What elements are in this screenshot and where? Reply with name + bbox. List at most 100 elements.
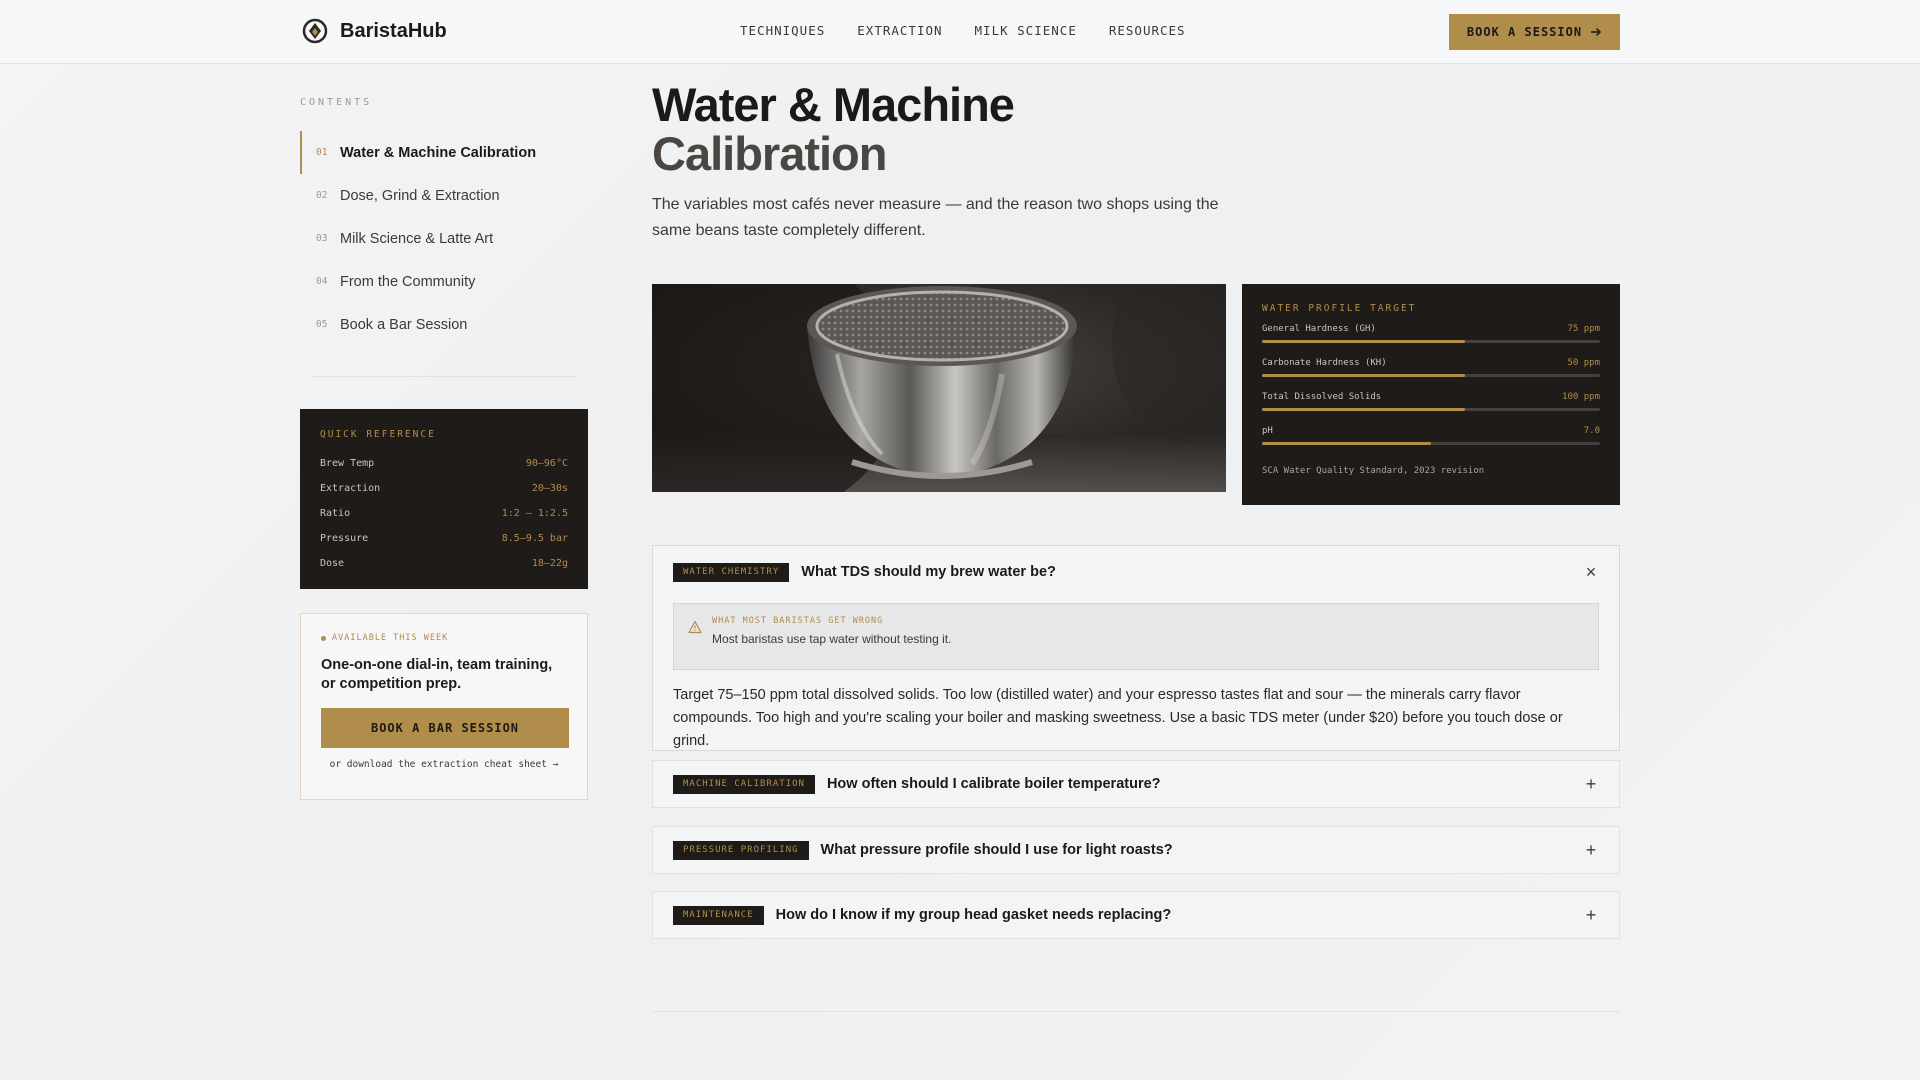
page-title: Water & Machine Calibration [652, 80, 1015, 180]
warning-icon [688, 620, 702, 634]
water-metric-bar-fill [1262, 442, 1431, 445]
expand-plus-icon[interactable]: + [1583, 840, 1599, 861]
quick-reference-card: QUICK REFERENCE Brew Temp 90–96°C Extrac… [300, 409, 588, 589]
qr-key: Ratio [320, 508, 351, 519]
booking-card: AVAILABLE THIS WEEK One-on-one dial-in, … [300, 613, 588, 800]
water-profile-footnote: SCA Water Quality Standard, 2023 revisio… [1262, 466, 1485, 476]
brand[interactable]: BaristaHub [302, 18, 447, 44]
faq-question-header[interactable]: WATER CHEMISTRY What TDS should my brew … [673, 546, 1599, 598]
quick-reference-row: Dose 18–22g [320, 551, 568, 576]
faq-category-tag: MAINTENANCE [673, 905, 764, 925]
water-metric-bar [1262, 374, 1600, 377]
water-metric-row: Total Dissolved Solids 100 ppm [1262, 392, 1600, 426]
faq-question-header[interactable]: MAINTENANCE How do I know if my group he… [653, 892, 1619, 938]
water-metric-row: pH 7.0 [1262, 426, 1600, 460]
nav-extraction[interactable]: EXTRACTION [857, 23, 942, 38]
toc-item-water-calibration[interactable]: 01 Water & Machine Calibration [300, 131, 588, 174]
toc-item-label: Water & Machine Calibration [340, 144, 537, 161]
water-metric-row: Carbonate Hardness (KH) 50 ppm [1262, 358, 1600, 392]
quick-reference-row: Pressure 8.5–9.5 bar [320, 526, 568, 551]
arrow-right-icon [1591, 27, 1602, 37]
availability-badge: AVAILABLE THIS WEEK [321, 633, 567, 643]
toc-item-number: 03 [316, 233, 328, 244]
qr-key: Pressure [320, 533, 369, 544]
water-metric-label: Total Dissolved Solids [1262, 392, 1382, 402]
qr-key: Dose [320, 558, 345, 569]
toc-item-milk-science[interactable]: 03 Milk Science & Latte Art [300, 217, 588, 260]
table-of-contents: 01 Water & Machine Calibration 02 Dose, … [300, 131, 588, 346]
toc-item-number: 05 [316, 319, 328, 330]
nav-resources[interactable]: RESOURCES [1109, 23, 1186, 38]
close-icon[interactable]: × [1583, 562, 1599, 583]
quick-reference-row: Brew Temp 90–96°C [320, 451, 568, 476]
availability-text: AVAILABLE THIS WEEK [332, 633, 449, 643]
faq-item[interactable]: PRESSURE PROFILING What pressure profile… [652, 826, 1620, 874]
faq-question-header[interactable]: PRESSURE PROFILING What pressure profile… [653, 827, 1619, 873]
faq-item[interactable]: MACHINE CALIBRATION How often should I c… [652, 760, 1620, 808]
faq-question: What TDS should my brew water be? [801, 564, 1056, 580]
toc-item-number: 02 [316, 190, 328, 201]
qr-value: 90–96°C [525, 458, 568, 469]
faq-category-tag: PRESSURE PROFILING [673, 840, 809, 860]
faq-question-header[interactable]: MACHINE CALIBRATION How often should I c… [653, 761, 1619, 807]
brand-name: BaristaHub [340, 19, 447, 42]
water-metric-row: General Hardness (GH) 75 ppm [1262, 324, 1600, 358]
nav-milk-science[interactable]: MILK SCIENCE [975, 23, 1077, 38]
water-metric-bar [1262, 408, 1600, 411]
book-bar-session-button[interactable]: BOOK A BAR SESSION [321, 708, 569, 748]
toc-item-number: 04 [316, 276, 328, 287]
toc-item-label: Book a Bar Session [340, 316, 468, 333]
qr-value: 1:2 – 1:2.5 [501, 508, 568, 519]
quick-reference-row: Extraction 20–30s [320, 476, 568, 501]
faq-item-open: WATER CHEMISTRY What TDS should my brew … [652, 545, 1620, 751]
cheat-sheet-link[interactable]: or download the extraction cheat sheet → [321, 759, 567, 770]
toc-item-book-session[interactable]: 05 Book a Bar Session [300, 303, 588, 346]
status-dot-icon [321, 635, 326, 641]
expand-plus-icon[interactable]: + [1583, 905, 1599, 926]
toc-item-dose-grind[interactable]: 02 Dose, Grind & Extraction [300, 174, 588, 217]
page-title-line-2: Calibration [652, 127, 887, 180]
faq-question: How often should I calibrate boiler temp… [826, 776, 1161, 792]
page-subtitle: The variables most cafés never measure —… [652, 196, 1219, 239]
water-metric-value: 100 ppm [1562, 392, 1600, 402]
book-session-button[interactable]: BOOK A SESSION [1449, 14, 1620, 50]
main-nav: TECHNIQUES EXTRACTION MILK SCIENCE RESOU… [740, 23, 1186, 38]
water-profile-card: WATER PROFILE TARGET General Hardness (G… [1242, 284, 1620, 505]
toc-item-label: Milk Science & Latte Art [340, 230, 494, 247]
book-session-label: BOOK A SESSION [1466, 25, 1583, 39]
water-metric-value: 7.0 [1583, 426, 1600, 436]
toc-divider [312, 376, 576, 377]
quick-reference-title: QUICK REFERENCE [320, 429, 436, 440]
warning-title: WHAT MOST BARISTAS GET WRONG [712, 616, 884, 626]
qr-key: Brew Temp [320, 458, 375, 469]
site-header: BaristaHub TECHNIQUES EXTRACTION MILK SC… [0, 0, 1920, 64]
water-metric-label: pH [1262, 426, 1273, 436]
quick-reference-row: Ratio 1:2 – 1:2.5 [320, 501, 568, 526]
portafilter-image [652, 284, 1226, 492]
warning-callout: WHAT MOST BARISTAS GET WRONG Most barist… [673, 603, 1599, 670]
faq-item[interactable]: MAINTENANCE How do I know if my group he… [652, 891, 1620, 939]
toc-item-number: 01 [316, 147, 328, 158]
water-metric-label: Carbonate Hardness (KH) [1262, 358, 1387, 368]
portafilter-illustration [652, 284, 1226, 492]
water-metric-label: General Hardness (GH) [1262, 324, 1376, 334]
toc-item-label: Dose, Grind & Extraction [340, 187, 500, 204]
toc-item-label: From the Community [340, 273, 476, 290]
booking-description: One-on-one dial-in, team training, or co… [321, 657, 553, 692]
water-metric-bar-fill [1262, 340, 1465, 343]
water-metric-value: 50 ppm [1567, 358, 1600, 368]
water-metric-bar [1262, 442, 1600, 445]
water-metric-bar-fill [1262, 408, 1465, 411]
barista-logo-icon [302, 18, 328, 44]
nav-techniques[interactable]: TECHNIQUES [740, 23, 825, 38]
faq-question: What pressure profile should I use for l… [820, 842, 1173, 858]
qr-value: 8.5–9.5 bar [501, 533, 568, 544]
qr-value: 20–30s [531, 483, 568, 494]
faq-category-tag: WATER CHEMISTRY [673, 562, 790, 582]
toc-item-community[interactable]: 04 From the Community [300, 260, 588, 303]
water-metric-value: 75 ppm [1567, 324, 1600, 334]
expand-plus-icon[interactable]: + [1583, 774, 1599, 795]
qr-key: Extraction [320, 483, 381, 494]
faq-answer: Target 75–150 ppm total dissolved solids… [673, 687, 1563, 749]
faq-category-tag: MACHINE CALIBRATION [673, 774, 815, 794]
